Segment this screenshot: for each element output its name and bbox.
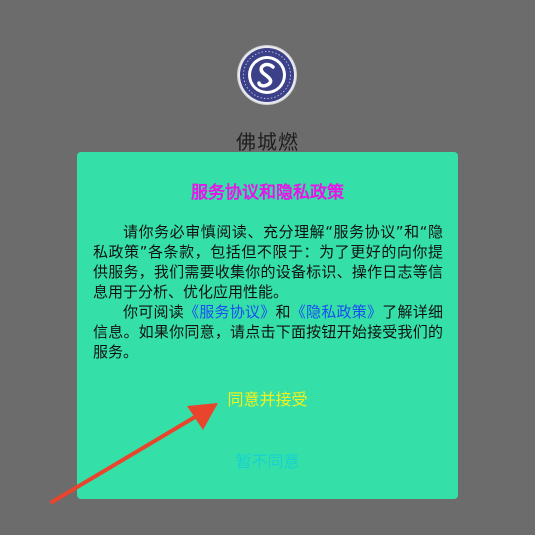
dialog-paragraph-2: 你可阅读《服务协议》和《隐私政策》了解详细信息。如果你同意，请点击下面按钮开始接… [93, 302, 443, 362]
privacy-dialog: 服务协议和隐私政策 请你务必审慎阅读、充分理解“服务协议”和“隐私政策”各条款，… [77, 152, 458, 499]
agree-button[interactable]: 同意并接受 [77, 386, 458, 410]
disagree-button[interactable]: 暂不同意 [77, 448, 458, 472]
dialog-body: 请你务必审慎阅读、充分理解“服务协议”和“隐私政策”各条款，包括但不限于：为了更… [93, 222, 443, 362]
privacy-policy-link[interactable]: 《隐私政策》 [291, 303, 382, 321]
paragraph-2-and: 和 [275, 303, 291, 321]
company-seal-logo-icon [237, 45, 297, 105]
paragraph-2-prefix: 你可阅读 [123, 303, 184, 321]
dialog-title: 服务协议和隐私政策 [191, 183, 344, 203]
splash-screen: 佛城燃 服务协议和隐私政策 请你务必审慎阅读、充分理解“服务协议”和“隐私政策”… [0, 0, 535, 535]
service-agreement-link[interactable]: 《服务协议》 [184, 303, 275, 321]
dialog-paragraph-1: 请你务必审慎阅读、充分理解“服务协议”和“隐私政策”各条款，包括但不限于：为了更… [93, 223, 443, 301]
app-name: 佛城燃 [236, 130, 299, 154]
